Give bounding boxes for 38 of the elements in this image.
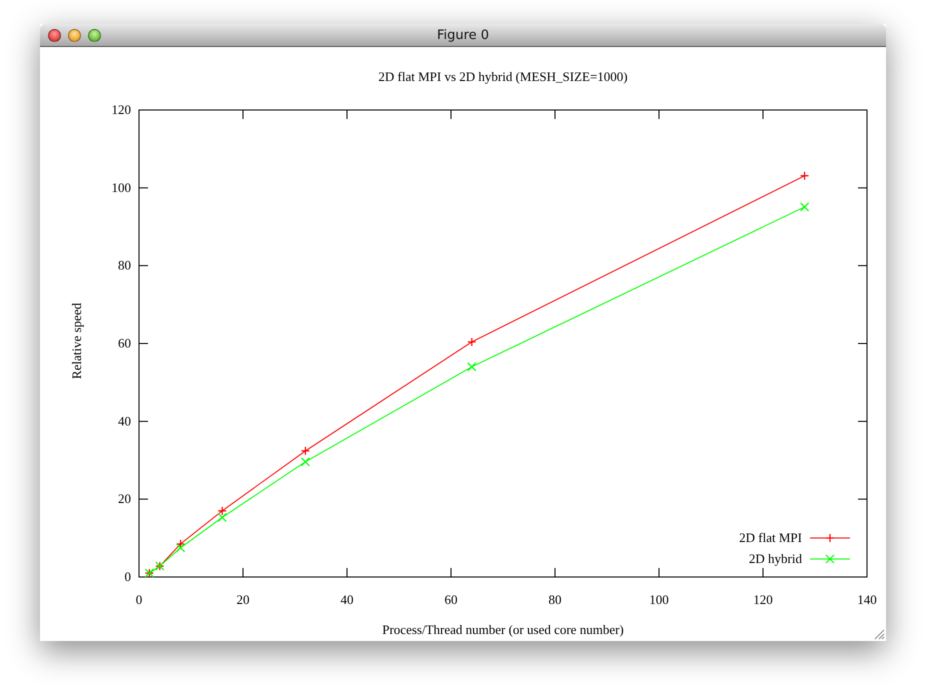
data-point <box>800 202 810 212</box>
y-axis-label: Relative speed <box>69 302 84 380</box>
data-point <box>300 446 310 456</box>
data-point <box>467 337 476 347</box>
close-button[interactable] <box>48 28 61 42</box>
minimize-button[interactable] <box>68 28 81 42</box>
x-tick-label: 100 <box>649 592 669 607</box>
y-tick-label: 40 <box>118 413 131 428</box>
y-tick-label: 20 <box>118 491 131 506</box>
data-point <box>467 362 476 372</box>
data-point <box>218 512 227 522</box>
data-point <box>800 171 810 180</box>
x-tick-label: 0 <box>136 592 142 607</box>
window-title: Figure 0 <box>436 28 490 42</box>
data-point <box>176 539 186 552</box>
data-point <box>144 568 154 578</box>
x-tick-label: 80 <box>548 592 562 607</box>
legend-label: 2D flat MPI <box>739 530 802 545</box>
x-tick-label: 60 <box>444 592 458 607</box>
legend-line <box>810 554 850 564</box>
y-tick-label: 120 <box>112 102 131 117</box>
data-point <box>155 562 164 571</box>
resize-grip-icon[interactable] <box>874 629 885 640</box>
x-tick-label: 20 <box>236 592 250 607</box>
legend-line <box>810 533 850 543</box>
y-tick-label: 100 <box>112 180 131 195</box>
y-tick-label: 0 <box>124 569 131 584</box>
x-tick-label: 140 <box>857 592 877 607</box>
data-point <box>300 457 310 466</box>
legend-label: 2D hybrid <box>748 551 802 566</box>
x-tick-label: 120 <box>753 592 773 607</box>
zoom-button[interactable] <box>88 28 101 42</box>
x-axis-label: Process/Thread number (or used core number) <box>382 622 624 637</box>
chart-title: 2D flat MPI vs 2D hybrid (MESH_SIZE=1000) <box>378 69 628 84</box>
y-tick-label: 80 <box>118 258 131 273</box>
x-tick-label: 40 <box>340 592 354 607</box>
y-tick-label: 60 <box>118 336 131 350</box>
data-point <box>218 506 227 516</box>
